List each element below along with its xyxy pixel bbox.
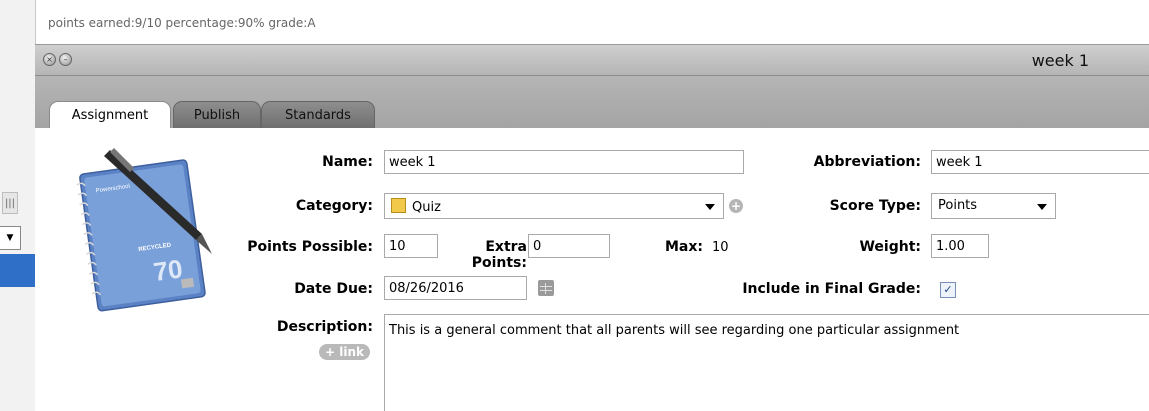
extra-points-input[interactable]: [528, 234, 610, 258]
weight-label: Weight:: [859, 239, 921, 255]
name-label: Name:: [322, 154, 373, 170]
date-due-input[interactable]: [384, 276, 527, 300]
score-type-select[interactable]: Points: [931, 193, 1056, 219]
points-possible-label: Points Possible:: [247, 239, 373, 255]
tab-label: Assignment: [71, 108, 149, 123]
chevron-down-icon: [705, 204, 715, 210]
tab-label: Publish: [193, 108, 241, 123]
max-label: Max:: [665, 239, 704, 255]
weight-input[interactable]: [931, 234, 989, 258]
add-category-icon[interactable]: +: [729, 199, 743, 213]
chevron-down-icon[interactable]: ▼: [0, 226, 21, 250]
tab-standards[interactable]: Standards: [261, 101, 375, 129]
left-panel-strip: ||| ▼: [0, 0, 36, 411]
tab-label: Standards: [285, 108, 351, 123]
dialog-title: week 1: [1031, 51, 1089, 70]
add-link-button[interactable]: + link: [319, 344, 370, 360]
category-select[interactable]: Quiz: [384, 193, 724, 219]
description-label: Description:: [276, 319, 373, 335]
tab-assignment[interactable]: Assignment: [49, 101, 171, 129]
dialog-titlebar[interactable]: × – week 1: [35, 45, 1149, 76]
score-type-label: Score Type:: [829, 198, 921, 214]
selected-row-highlight[interactable]: [0, 254, 35, 287]
category-value: Quiz: [412, 200, 441, 215]
tab-bar: Assignment Publish Standards: [35, 76, 1149, 129]
extra-points-label: Extra Points:: [471, 239, 527, 271]
spiral-notebook-pen-icon: Powerschool RECYCLED 70: [76, 148, 212, 312]
calendar-icon[interactable]: [538, 280, 554, 296]
abbreviation-input[interactable]: [931, 150, 1149, 174]
include-final-checkbox[interactable]: ✓: [940, 282, 956, 298]
chevron-down-icon: [1037, 204, 1047, 210]
tab-publish[interactable]: Publish: [173, 101, 261, 129]
category-label: Category:: [295, 198, 373, 214]
max-value: 10: [712, 240, 729, 255]
date-due-label: Date Due:: [294, 281, 373, 297]
abbreviation-label: Abbreviation:: [813, 154, 921, 170]
notebook-number: 70: [152, 253, 185, 287]
resize-grip-icon[interactable]: |||: [2, 192, 18, 214]
description-textarea[interactable]: This is a general comment that all paren…: [384, 314, 1149, 411]
points-possible-input[interactable]: [384, 234, 438, 258]
folder-icon: [391, 198, 406, 213]
include-final-label: Include in Final Grade:: [742, 281, 921, 297]
score-type-value: Points: [938, 198, 978, 213]
minimize-icon[interactable]: –: [59, 53, 72, 66]
assignment-form: Powerschool RECYCLED 70 Name: Abbreviati…: [35, 128, 1149, 411]
close-icon[interactable]: ×: [43, 53, 56, 66]
grade-summary: points earned:9/10 percentage:90% grade:…: [48, 16, 316, 30]
name-input[interactable]: [384, 150, 744, 174]
